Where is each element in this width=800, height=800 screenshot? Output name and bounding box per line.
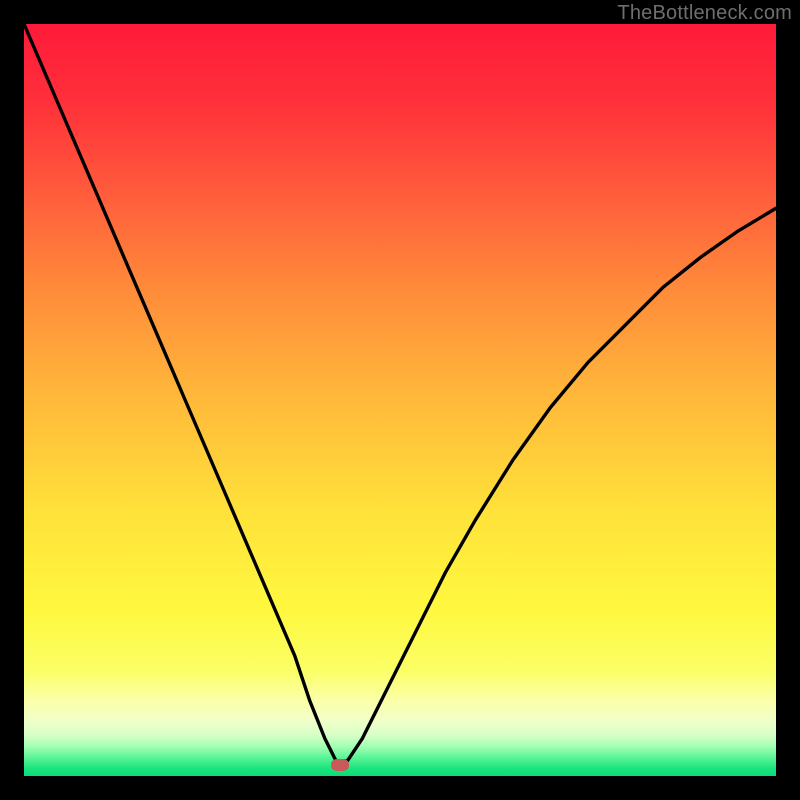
watermark-text: TheBottleneck.com bbox=[617, 2, 792, 25]
minimum-marker bbox=[331, 759, 349, 771]
bottleneck-curve bbox=[24, 24, 776, 776]
chart-frame: TheBottleneck.com bbox=[0, 0, 800, 800]
plot-area bbox=[24, 24, 776, 776]
